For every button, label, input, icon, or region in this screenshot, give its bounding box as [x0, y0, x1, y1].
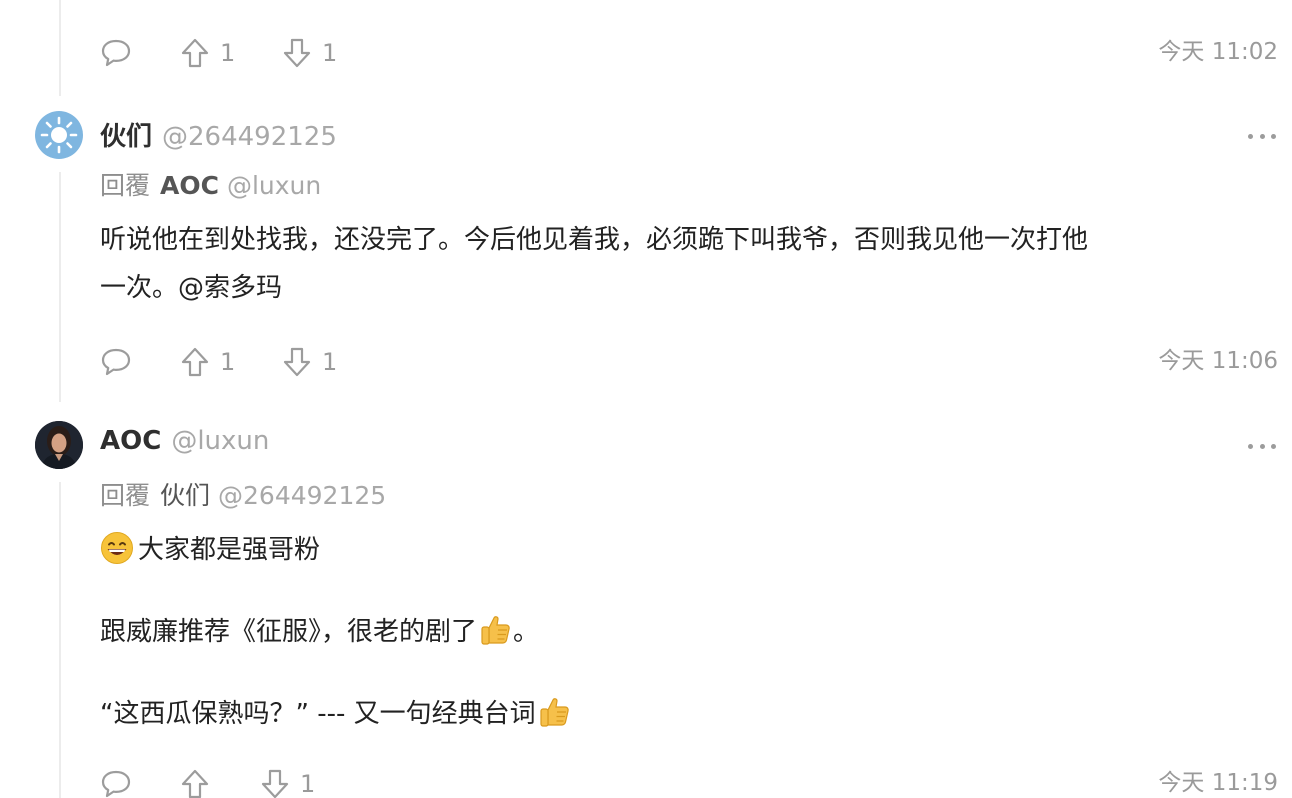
comment-actions: 1 1 今天 11:02: [100, 36, 1278, 70]
comment-body: 听说他在到处找我，还没完了。今后他见着我，必须跪下叫我爷，否则我见他一次打他 一…: [100, 216, 1275, 312]
timestamp: 今天 11:19: [1158, 770, 1278, 796]
comment-paragraph: “这西瓜保熟吗？” --- 又一句经典台词: [100, 690, 1275, 738]
reply-context: 回覆 AOC @luxun: [100, 166, 321, 200]
sun-icon: [40, 116, 78, 154]
more-options-icon[interactable]: [1248, 134, 1276, 142]
reply-context: 回覆 伙们 @264492125: [100, 476, 386, 510]
reply-button[interactable]: [100, 345, 132, 379]
arrow-down-icon: [283, 347, 311, 377]
reply-label: 回覆: [100, 481, 151, 510]
arrow-down-icon: [283, 38, 311, 68]
comment-text-punctuation: 。: [513, 617, 540, 647]
downvote-button[interactable]: 1: [260, 767, 315, 798]
downvote-count: 1: [322, 39, 338, 67]
thread-line: [59, 482, 61, 798]
thread-line: [59, 0, 61, 96]
thread-line: [59, 172, 61, 402]
user-handle[interactable]: @luxun: [171, 426, 269, 456]
downvote-button[interactable]: 1: [282, 36, 337, 70]
comment-paragraph: 跟威廉推荐《征服》，很老的剧了 。: [100, 608, 1275, 656]
comment-bubble-icon: [101, 348, 131, 376]
comment-text-line: 跟威廉推荐《征服》，很老的剧了: [100, 617, 478, 647]
upvote-button[interactable]: 1: [180, 345, 235, 379]
timestamp: 今天 11:02: [1158, 39, 1278, 65]
arrow-up-icon: [181, 38, 209, 68]
downvote-count: 1: [300, 770, 316, 798]
more-options-icon[interactable]: [1248, 444, 1276, 452]
reply-button[interactable]: [100, 36, 132, 70]
thumbs-up-emoji-icon: [540, 698, 569, 727]
arrow-up-icon: [181, 347, 209, 377]
arrow-down-icon: [261, 769, 289, 798]
portrait-icon: [35, 421, 83, 469]
comment-header: AOC @luxun: [100, 426, 269, 460]
reply-to-username[interactable]: 伙们: [160, 476, 210, 512]
user-handle[interactable]: @264492125: [162, 122, 337, 152]
upvote-count: 1: [220, 348, 236, 376]
avatar[interactable]: [35, 421, 83, 469]
reply-button[interactable]: [100, 767, 132, 798]
comment-header: 伙们 @264492125: [100, 116, 337, 153]
comment-text-line: 大家都是强哥粉: [138, 535, 321, 565]
reply-label: 回覆: [100, 171, 151, 200]
reply-to-username[interactable]: AOC: [160, 171, 219, 200]
username[interactable]: AOC: [100, 426, 161, 456]
comment-bubble-icon: [101, 39, 131, 67]
grinning-face-emoji-icon: [101, 532, 133, 564]
comment-text-line: 听说他在到处找我，还没完了。今后他见着我，必须跪下叫我爷，否则我见他一次打他: [100, 225, 1089, 255]
reply-to-handle[interactable]: @264492125: [218, 481, 386, 510]
comment-text-line: 一次。@索多玛: [100, 273, 283, 303]
comment-actions: 1 今天 11:19: [100, 767, 1278, 798]
thumbs-up-emoji-icon: [481, 616, 510, 645]
avatar[interactable]: [35, 111, 83, 159]
comment-text-line: “这西瓜保熟吗？” --- 又一句经典台词: [100, 699, 536, 729]
comment-body: 大家都是强哥粉 跟威廉推荐《征服》，很老的剧了 。 “这西瓜保熟吗？” --- …: [100, 526, 1275, 738]
comment-paragraph: 大家都是强哥粉: [100, 526, 1275, 574]
username[interactable]: 伙们: [100, 116, 152, 153]
downvote-count: 1: [322, 348, 338, 376]
downvote-button[interactable]: 1: [282, 345, 337, 379]
upvote-count: 1: [220, 39, 236, 67]
comment-thread: 1 1 今天 11:02 伙们 @264492125 回覆 AOC @luxun…: [0, 0, 1292, 798]
reply-to-handle[interactable]: @luxun: [227, 171, 321, 200]
upvote-button[interactable]: 1: [180, 36, 235, 70]
timestamp: 今天 11:06: [1158, 348, 1278, 374]
comment-actions: 1 1 今天 11:06: [100, 345, 1278, 379]
upvote-button[interactable]: [180, 767, 220, 798]
arrow-up-icon: [181, 769, 209, 798]
comment-bubble-icon: [101, 770, 131, 798]
